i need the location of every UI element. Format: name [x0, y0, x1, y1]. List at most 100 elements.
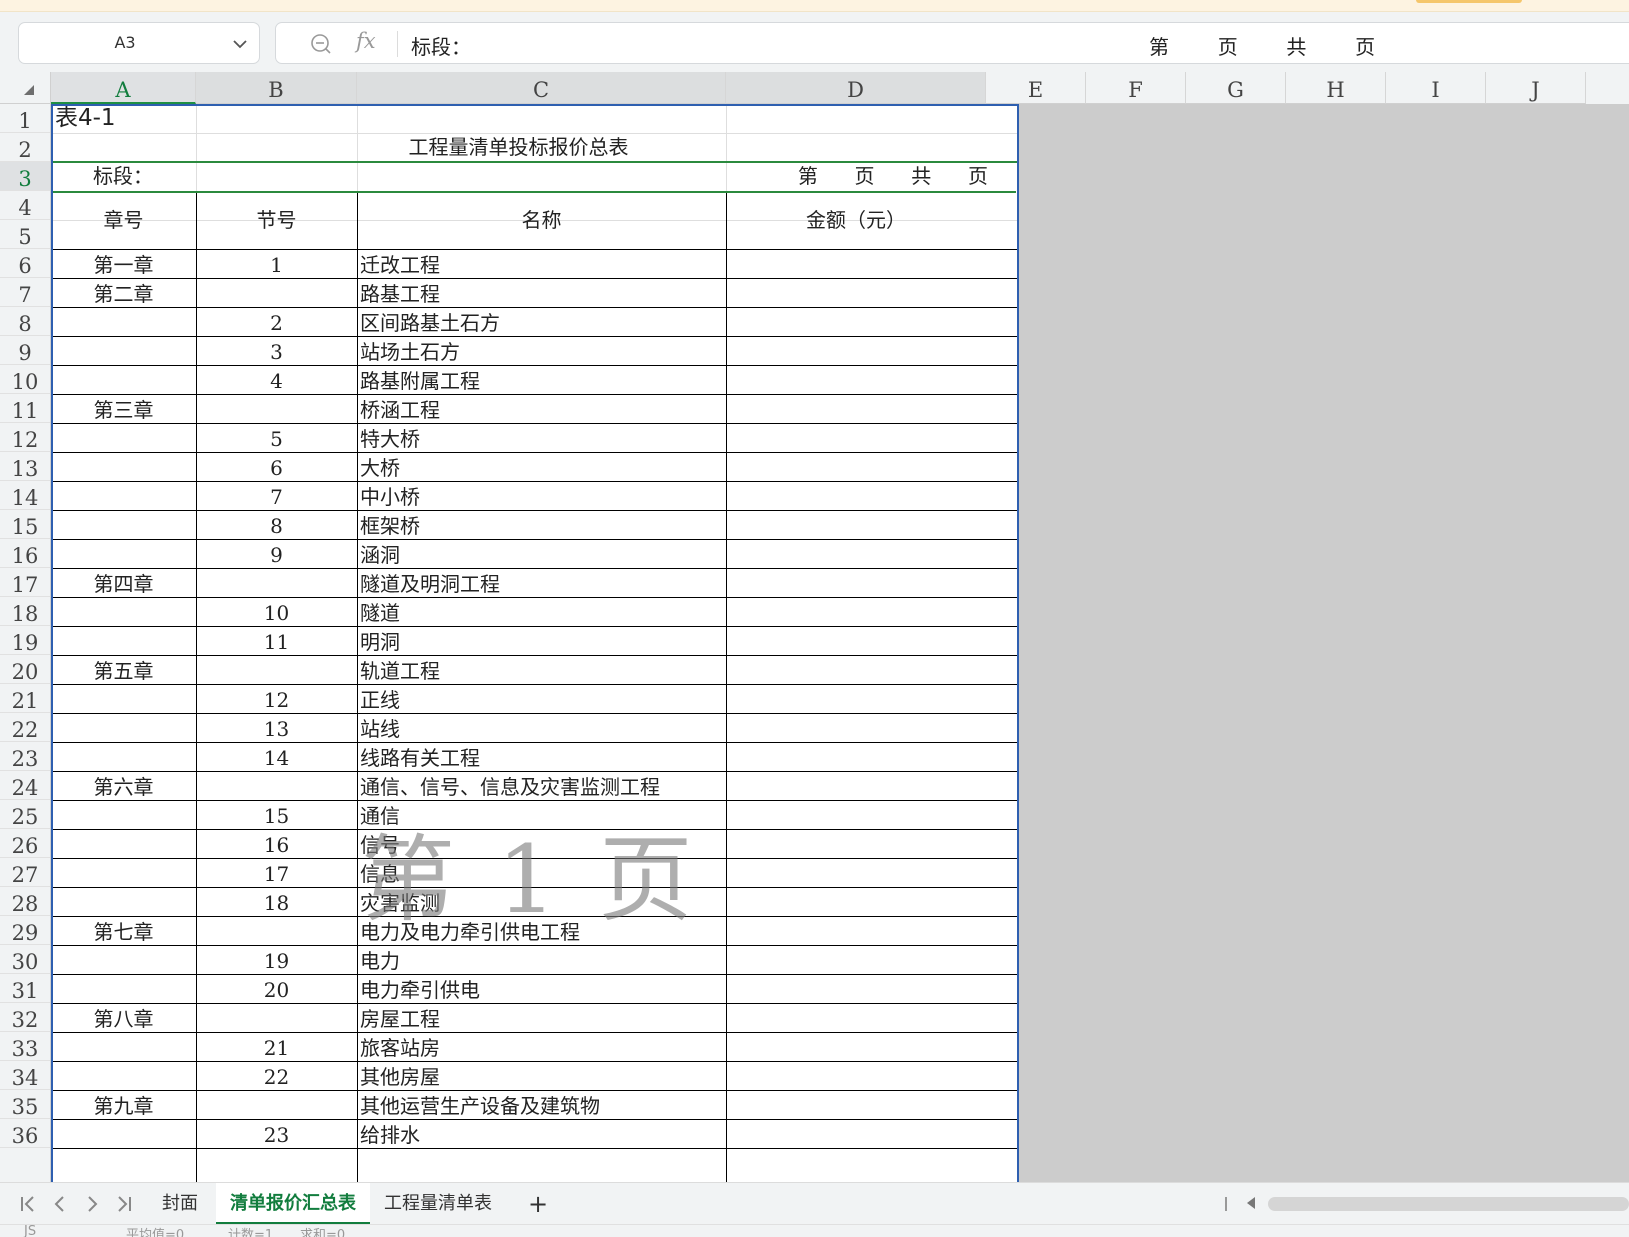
row-header-18[interactable]: 18 — [0, 597, 50, 626]
formula-content[interactable]: 标段： — [411, 31, 471, 60]
add-sheet-button[interactable]: + — [528, 1192, 548, 1216]
horizontal-scrollbar[interactable] — [1268, 1197, 1629, 1211]
row-header-34[interactable]: 34 — [0, 1061, 50, 1090]
row-header-1[interactable]: 1 — [0, 104, 50, 133]
sheet-tab[interactable]: 工程量清单表 — [370, 1183, 506, 1225]
name-cell: 信号 — [360, 833, 400, 857]
spreadsheet-grid[interactable]: ABCDEFGHIJ 1 2 3 4 5 6 7 8 9 10 11 12 13 14 15 16 17 18 19… — [0, 72, 1629, 1182]
sheet-tab[interactable]: 封面 — [148, 1183, 212, 1225]
section-cell: 13 — [263, 717, 290, 741]
row-header-25[interactable]: 25 — [0, 800, 50, 829]
row-header-32[interactable]: 32 — [0, 1003, 50, 1032]
table-title: 工程量清单投标报价总表 — [408, 135, 629, 159]
row-header-7[interactable]: 7 — [0, 278, 50, 307]
name-cell: 旅客站房 — [360, 1036, 440, 1060]
print-area[interactable]: 表4-1 工程量清单投标报价总表 标段： 第 页 共 页章号 节号 名称 金额（元） 第一章 1… — [51, 104, 1019, 1182]
section-cell — [196, 919, 357, 945]
section-cell: 1 — [270, 253, 283, 277]
chapter-cell — [51, 948, 196, 974]
status-average: 平均值=0 — [126, 1228, 185, 1237]
row-header-24[interactable]: 24 — [0, 771, 50, 800]
prev-sheet-icon[interactable] — [50, 1194, 70, 1214]
formula-input-box[interactable]: fx 标段： 第 页 共 页 — [275, 22, 1629, 64]
column-header-g[interactable]: G — [1186, 72, 1286, 104]
row-header-3[interactable]: 3 — [0, 162, 50, 191]
chapter-cell — [51, 1035, 196, 1061]
row-header-8[interactable]: 8 — [0, 307, 50, 336]
name-cell: 通信 — [360, 804, 400, 828]
name-cell: 电力 — [360, 949, 400, 973]
chapter-cell: 第三章 — [93, 398, 154, 422]
next-sheet-icon[interactable] — [82, 1194, 102, 1214]
last-sheet-icon[interactable] — [114, 1194, 134, 1214]
row-header-4[interactable]: 4 — [0, 191, 50, 220]
section-cell: 21 — [263, 1036, 290, 1060]
row-header-13[interactable]: 13 — [0, 452, 50, 481]
select-all-corner[interactable] — [0, 72, 51, 104]
scroll-split-handle[interactable] — [1225, 1197, 1227, 1211]
chevron-down-icon[interactable] — [231, 35, 249, 53]
chapter-cell: 第五章 — [93, 659, 154, 683]
scroll-left-icon[interactable] — [1247, 1197, 1255, 1209]
section-cell: 14 — [263, 746, 290, 770]
chapter-cell: 第七章 — [93, 920, 154, 944]
column-header-d[interactable]: D — [726, 72, 986, 104]
column-header-i[interactable]: I — [1386, 72, 1486, 104]
row-header-16[interactable]: 16 — [0, 539, 50, 568]
row-header-9[interactable]: 9 — [0, 336, 50, 365]
chapter-cell — [51, 368, 196, 394]
row-header-33[interactable]: 33 — [0, 1032, 50, 1061]
sheet-tab[interactable]: 清单报价汇总表 — [216, 1183, 370, 1225]
row-header-11[interactable]: 11 — [0, 394, 50, 423]
first-sheet-icon[interactable] — [18, 1194, 38, 1214]
row-header-17[interactable]: 17 — [0, 568, 50, 597]
name-box[interactable]: A3 — [18, 22, 260, 64]
section-cell: 15 — [263, 804, 290, 828]
row-header-21[interactable]: 21 — [0, 684, 50, 713]
row-header-29[interactable]: 29 — [0, 916, 50, 945]
row-header-23[interactable]: 23 — [0, 742, 50, 771]
header-section: 节号 — [256, 208, 297, 232]
section-cell: 6 — [270, 456, 283, 480]
row-header-27[interactable]: 27 — [0, 858, 50, 887]
chapter-cell — [51, 832, 196, 858]
column-header-h[interactable]: H — [1286, 72, 1386, 104]
chapter-cell — [51, 426, 196, 452]
row-header-15[interactable]: 15 — [0, 510, 50, 539]
row-header-22[interactable]: 22 — [0, 713, 50, 742]
column-header-e[interactable]: E — [986, 72, 1086, 104]
name-cell: 电力牵引供电 — [360, 978, 480, 1002]
row-header-12[interactable]: 12 — [0, 423, 50, 452]
row-header-10[interactable]: 10 — [0, 365, 50, 394]
zoom-out-icon[interactable] — [310, 33, 332, 55]
row-header-2[interactable]: 2 — [0, 133, 50, 162]
column-headers: ABCDEFGHIJ — [51, 72, 1629, 104]
header-name: 名称 — [521, 208, 562, 232]
chapter-cell — [51, 310, 196, 336]
cell-reference: A3 — [114, 33, 136, 52]
row-header-26[interactable]: 26 — [0, 829, 50, 858]
name-cell: 其他运营生产设备及建筑物 — [360, 1094, 600, 1118]
row-header-20[interactable]: 20 — [0, 655, 50, 684]
row-header-14[interactable]: 14 — [0, 481, 50, 510]
column-header-c[interactable]: C — [357, 72, 726, 104]
row-header-28[interactable]: 28 — [0, 887, 50, 916]
row-header-19[interactable]: 19 — [0, 626, 50, 655]
row-header-31[interactable]: 31 — [0, 974, 50, 1003]
column-header-f[interactable]: F — [1086, 72, 1186, 104]
function-icon[interactable]: fx — [356, 29, 376, 53]
row-header-30[interactable]: 30 — [0, 945, 50, 974]
section-cell: 5 — [270, 427, 283, 451]
column-header-j[interactable]: J — [1486, 72, 1586, 104]
name-cell: 路基工程 — [360, 282, 440, 306]
row-header-35[interactable]: 35 — [0, 1090, 50, 1119]
column-header-a[interactable]: A — [51, 72, 196, 104]
section-cell: 16 — [263, 833, 290, 857]
name-cell: 信息 — [360, 862, 400, 886]
chapter-cell — [51, 542, 196, 568]
section-cell: 9 — [270, 543, 283, 567]
row-header-6[interactable]: 6 — [0, 249, 50, 278]
row-header-5[interactable]: 5 — [0, 220, 50, 249]
row-header-36[interactable]: 36 — [0, 1119, 50, 1148]
column-header-b[interactable]: B — [196, 72, 357, 104]
